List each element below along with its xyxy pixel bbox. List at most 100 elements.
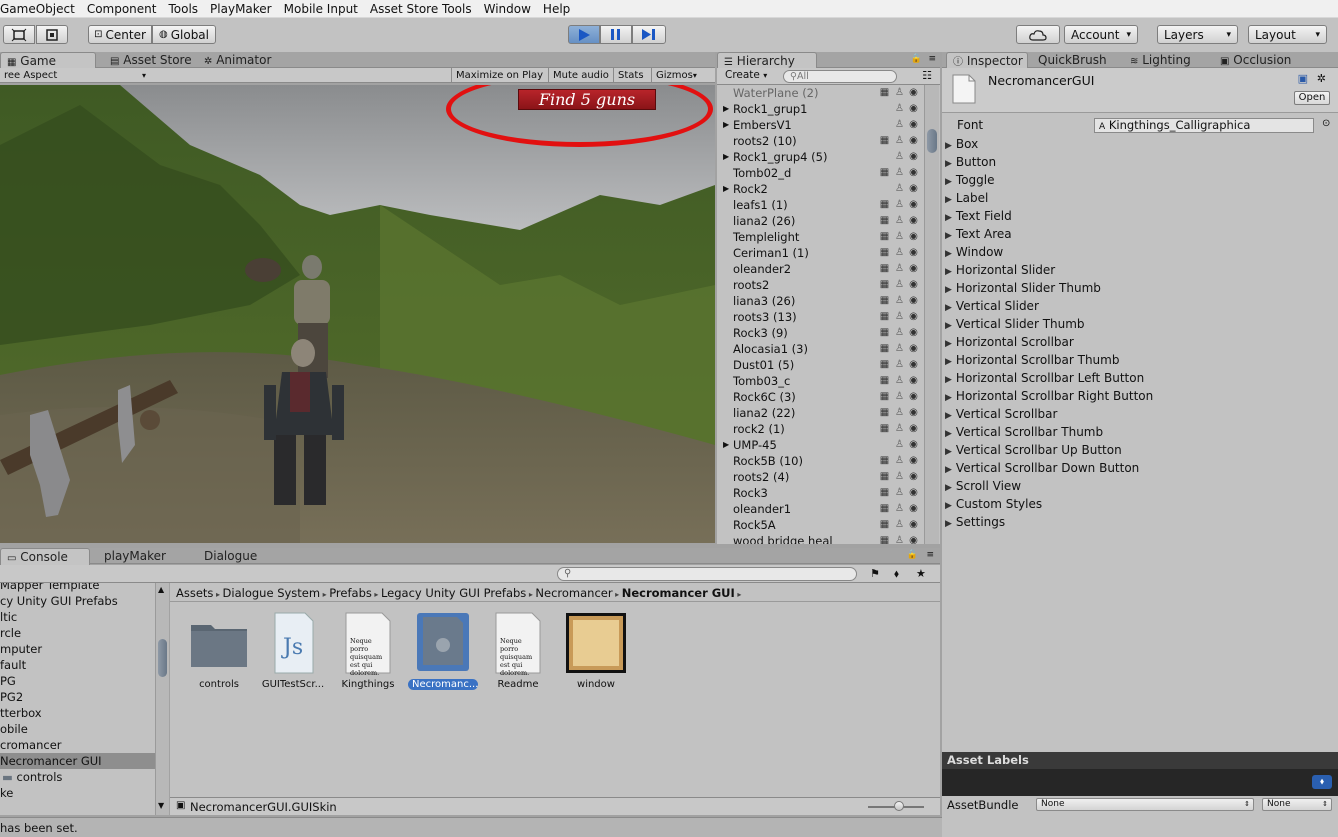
- object-picker-icon[interactable]: ⊙: [1322, 118, 1330, 129]
- grid-icon[interactable]: ▦: [879, 407, 890, 418]
- hierarchy-row[interactable]: roots2▦♙◉🔒: [717, 277, 927, 293]
- tab-game[interactable]: ▦ Game: [0, 52, 96, 69]
- grid-icon[interactable]: ▦: [879, 359, 890, 370]
- inspector-foldout[interactable]: ▶ Horizontal Scrollbar: [945, 333, 1074, 351]
- hierarchy-row[interactable]: Tomb03_c▦♙◉🔒: [717, 373, 927, 389]
- expand-arrow-icon[interactable]: ▶: [723, 437, 729, 453]
- hierarchy-row[interactable]: Rock3 (9)▦♙◉🔒: [717, 325, 927, 341]
- tab-inspector[interactable]: ⓘ Inspector: [946, 52, 1028, 69]
- hierarchy-row[interactable]: ▶UMP-45♙◉🔒: [717, 437, 927, 453]
- hierarchy-row[interactable]: Templelight▦♙◉🔒: [717, 229, 927, 245]
- grid-icon[interactable]: ▦: [879, 263, 890, 274]
- hierarchy-row[interactable]: liana2 (22)▦♙◉🔒: [717, 405, 927, 421]
- grid-icon[interactable]: ▦: [879, 519, 890, 530]
- inspector-foldout[interactable]: ▶ Text Field: [945, 207, 1012, 225]
- grid-icon[interactable]: ▦: [879, 503, 890, 514]
- hierarchy-scroll-thumb[interactable]: [927, 129, 937, 153]
- project-tree-item[interactable]: Necromancer GUI: [0, 753, 155, 769]
- eye-icon[interactable]: ◉: [908, 263, 919, 274]
- foldout-arrow-icon[interactable]: ▶: [945, 195, 952, 205]
- hierarchy-row[interactable]: Rock6C (3)▦♙◉🔒: [717, 389, 927, 405]
- foldout-arrow-icon[interactable]: ▶: [945, 321, 952, 331]
- eye-icon[interactable]: ◉: [908, 423, 919, 434]
- expand-arrow-icon[interactable]: ▶: [723, 117, 729, 133]
- pivot-icon[interactable]: ♙: [894, 519, 905, 530]
- menu-tools[interactable]: Tools: [162, 0, 204, 18]
- eye-icon[interactable]: ◉: [908, 535, 919, 544]
- foldout-arrow-icon[interactable]: ▶: [945, 285, 952, 295]
- inspector-foldout[interactable]: ▶ Vertical Scrollbar Down Button: [945, 459, 1139, 477]
- asset-item[interactable]: controls: [184, 611, 254, 690]
- foldout-arrow-icon[interactable]: ▶: [945, 519, 952, 529]
- inspector-foldout[interactable]: ▶ Horizontal Scrollbar Left Button: [945, 369, 1144, 387]
- project-tree-item[interactable]: ke: [0, 785, 155, 801]
- hierarchy-row[interactable]: liana2 (26)▦♙◉🔒: [717, 213, 927, 229]
- hierarchy-search-input[interactable]: ⚲All: [783, 70, 897, 83]
- pivot-icon[interactable]: ♙: [894, 87, 905, 98]
- grid-icon[interactable]: ▦: [879, 535, 890, 544]
- hierarchy-row[interactable]: Rock5A▦♙◉🔒: [717, 517, 927, 533]
- grid-icon[interactable]: ▦: [879, 199, 890, 210]
- account-dropdown[interactable]: Account: [1064, 25, 1138, 44]
- pivot-icon[interactable]: ♙: [894, 103, 905, 114]
- hierarchy-row[interactable]: WaterPlane (2)▦♙◉🔒: [717, 85, 927, 101]
- hierarchy-row[interactable]: ▶Rock1_grup4 (5)♙◉🔒: [717, 149, 927, 165]
- menu-help[interactable]: Help: [537, 0, 576, 18]
- tab-playmaker[interactable]: playMaker: [98, 548, 172, 565]
- asset-bundle-dropdown[interactable]: None ⇕: [1036, 798, 1254, 811]
- grid-icon[interactable]: ▦: [879, 247, 890, 258]
- breadcrumb-item[interactable]: Legacy Unity GUI Prefabs: [381, 586, 526, 600]
- tab-asset-store[interactable]: ▤ Asset Store: [104, 52, 198, 69]
- inspector-foldout[interactable]: ▶ Horizontal Scrollbar Thumb: [945, 351, 1119, 369]
- project-tree-scrollbar[interactable]: ▲ ▼: [155, 583, 169, 815]
- pivot-icon[interactable]: ♙: [894, 471, 905, 482]
- scroll-down-arrow-icon[interactable]: ▼: [158, 801, 164, 810]
- eye-icon[interactable]: ◉: [908, 119, 919, 130]
- cloud-button[interactable]: [1016, 25, 1060, 44]
- eye-icon[interactable]: ◉: [908, 231, 919, 242]
- gear-icon[interactable]: ✲: [1317, 72, 1326, 85]
- inspector-foldout[interactable]: ▶ Vertical Scrollbar: [945, 405, 1057, 423]
- foldout-arrow-icon[interactable]: ▶: [945, 213, 952, 223]
- inspector-foldout[interactable]: ▶ Window: [945, 243, 1003, 261]
- pivot-icon[interactable]: ♙: [894, 535, 905, 544]
- foldout-arrow-icon[interactable]: ▶: [945, 375, 952, 385]
- rect-tool-button[interactable]: [3, 25, 35, 44]
- hierarchy-row[interactable]: wood bridge heal▦♙◉🔒: [717, 533, 927, 544]
- search-by-label-icon[interactable]: ⬧: [894, 567, 899, 581]
- icon-size-slider-thumb[interactable]: [894, 801, 904, 811]
- expand-arrow-icon[interactable]: ▶: [723, 101, 729, 117]
- create-dropdown[interactable]: Create ▾: [725, 69, 767, 81]
- hierarchy-row[interactable]: oleander2▦♙◉🔒: [717, 261, 927, 277]
- tab-lighting[interactable]: ≋ Lighting: [1124, 52, 1197, 69]
- inspector-foldout[interactable]: ▶ Custom Styles: [945, 495, 1042, 513]
- rect-transform-tool-button[interactable]: [36, 25, 68, 44]
- inspector-foldout[interactable]: ▶ Settings: [945, 513, 1005, 531]
- inspector-foldout[interactable]: ▶ Horizontal Slider Thumb: [945, 279, 1101, 297]
- expand-arrow-icon[interactable]: ▶: [723, 149, 729, 165]
- eye-icon[interactable]: ◉: [908, 455, 919, 466]
- play-button[interactable]: [568, 25, 600, 44]
- hierarchy-row[interactable]: Rock3▦♙◉🔒: [717, 485, 927, 501]
- hierarchy-row[interactable]: Tomb02_d▦♙◉🔒: [717, 165, 927, 181]
- inspector-foldout[interactable]: ▶ Text Area: [945, 225, 1012, 243]
- eye-icon[interactable]: ◉: [908, 295, 919, 306]
- hierarchy-row[interactable]: rock2 (1)▦♙◉🔒: [717, 421, 927, 437]
- project-tree-item[interactable]: cy Unity GUI Prefabs: [0, 593, 155, 609]
- eye-icon[interactable]: ◉: [908, 167, 919, 178]
- pivot-icon[interactable]: ♙: [894, 423, 905, 434]
- grid-icon[interactable]: ▦: [879, 455, 890, 466]
- project-tree-item[interactable]: fault: [0, 657, 155, 673]
- menu-window[interactable]: Window: [478, 0, 537, 18]
- eye-icon[interactable]: ◉: [908, 151, 919, 162]
- lock-icon[interactable]: 🔒: [907, 550, 918, 560]
- breadcrumb-item[interactable]: Dialogue System: [223, 586, 321, 600]
- project-tree-item[interactable]: rcle: [0, 625, 155, 641]
- favorite-star-icon[interactable]: ★: [916, 567, 926, 580]
- eye-icon[interactable]: ◉: [908, 103, 919, 114]
- foldout-arrow-icon[interactable]: ▶: [945, 393, 952, 403]
- asset-item[interactable]: Necromanc...: [408, 611, 478, 690]
- tab-dialogue[interactable]: Dialogue: [198, 548, 263, 565]
- stats-toggle[interactable]: Stats: [613, 68, 648, 83]
- book-icon[interactable]: ▣: [1298, 72, 1308, 85]
